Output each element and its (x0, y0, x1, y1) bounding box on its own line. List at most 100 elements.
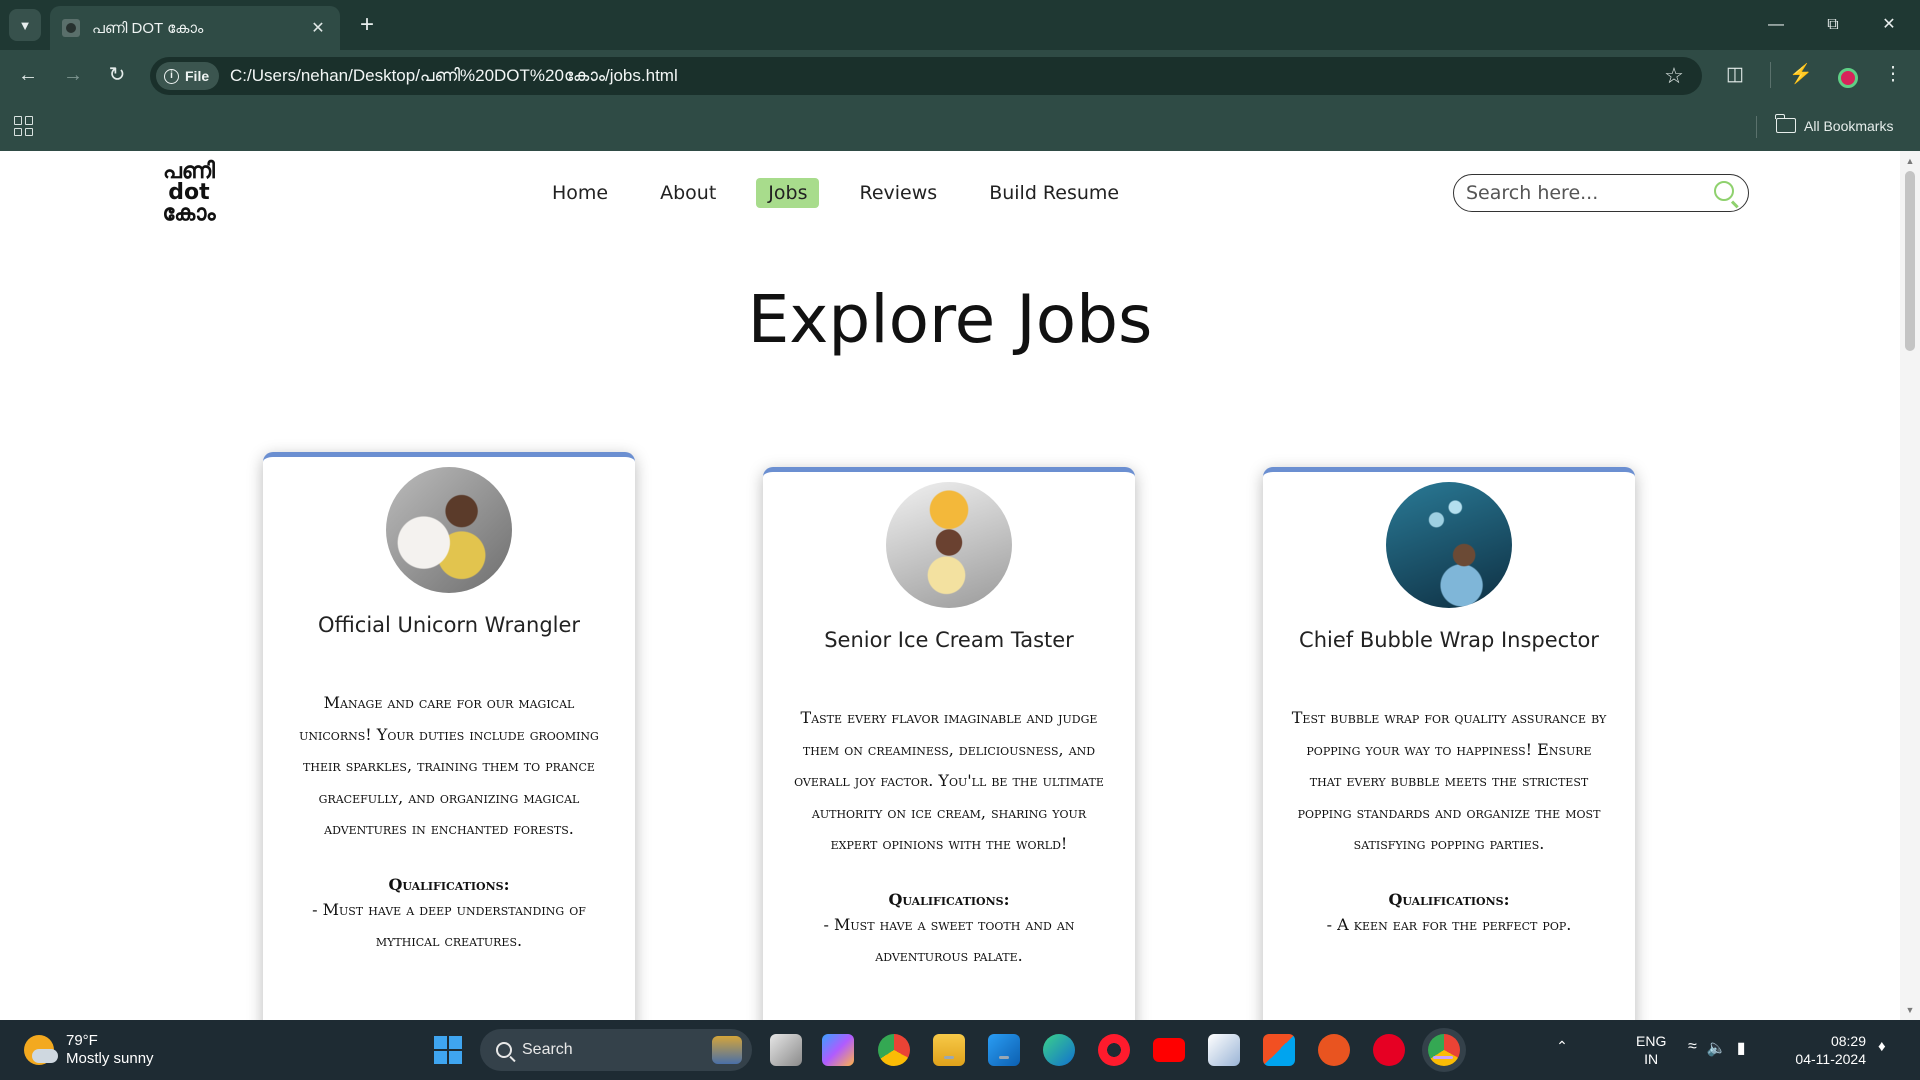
volume-icon[interactable]: 🔈 (1707, 1038, 1727, 1058)
forward-icon[interactable]: → (55, 60, 91, 90)
qualification-item: - Must have a sweet tooth and an adventu… (823, 914, 1075, 966)
edge-icon[interactable] (1043, 1034, 1075, 1066)
page-scrollbar[interactable]: ▲ ▼ (1900, 151, 1920, 1020)
tab-search-button[interactable]: ▼ (9, 9, 41, 41)
weather-text: 79°F Mostly sunny (66, 1032, 154, 1068)
lang-line-1: ENG (1636, 1033, 1667, 1049)
lang-line-2: IN (1644, 1051, 1659, 1067)
youtube-icon[interactable] (1153, 1038, 1185, 1062)
logo-line-3: കോം (162, 201, 216, 226)
vscode-icon[interactable] (988, 1034, 1020, 1066)
job-title: Chief Bubble Wrap Inspector (1299, 628, 1599, 652)
battery-icon[interactable]: ▮ (1737, 1038, 1746, 1058)
partly-sunny-icon (24, 1035, 58, 1065)
task-view-icon[interactable] (770, 1034, 802, 1066)
copilot-icon[interactable] (822, 1034, 854, 1066)
bookmarks-divider (1756, 116, 1757, 138)
tab-close-icon[interactable]: ✕ (308, 18, 328, 38)
weather-temp: 79°F (66, 1032, 98, 1049)
weather-desc: Mostly sunny (66, 1050, 154, 1067)
job-image-ice-cream-taster (886, 482, 1012, 608)
file-explorer-icon[interactable] (933, 1034, 965, 1066)
qualification-item: - Must have a deep understanding of myth… (312, 899, 586, 951)
browser-tab[interactable]: പണി DOT കോം ✕ (50, 6, 340, 50)
info-icon: i (164, 68, 179, 84)
browser-toolbar: ← → ↻ i File C:/Users/nehan/Desktop/പണി%… (0, 50, 1920, 100)
chrome-icon[interactable] (878, 1034, 910, 1066)
all-bookmarks-button[interactable]: All Bookmarks (1775, 100, 1894, 151)
tab-title: പണി DOT കോം (92, 19, 204, 37)
extensions-icon[interactable]: ◫ (1718, 60, 1752, 90)
scroll-thumb[interactable] (1905, 171, 1915, 351)
logo-line-2: dot (154, 180, 224, 205)
url-text[interactable]: C:/Users/nehan/Desktop/പണി%20DOT%20കോം/j… (230, 57, 678, 95)
restore-icon[interactable]: ⧉ (1810, 10, 1856, 40)
qualification-item: - A keen ear for the perfect pop. (1326, 914, 1572, 934)
site-logo[interactable]: പണി dot കോം (154, 161, 224, 227)
job-title: Senior Ice Cream Taster (824, 628, 1074, 652)
chrome-profile-icon[interactable] (1428, 1034, 1460, 1066)
system-tray[interactable]: ≈ 🔈 ▮ (1688, 1038, 1746, 1058)
new-tab-button[interactable]: + (352, 10, 382, 40)
nav-home[interactable]: Home (540, 178, 620, 208)
windows-taskbar: 79°F Mostly sunny Search ⌃ ENG IN ≈ 🔈 ▮ … (0, 1020, 1920, 1080)
all-bookmarks-label: All Bookmarks (1804, 117, 1894, 134)
opera-icon[interactable] (1098, 1034, 1130, 1066)
language-indicator[interactable]: ENG IN (1636, 1032, 1666, 1068)
browser-tab-strip: ▼ പണി DOT കോം ✕ + — ⧉ ✕ (0, 0, 1920, 50)
apps-grid-icon[interactable] (14, 116, 34, 136)
minimize-icon[interactable]: — (1753, 10, 1799, 40)
job-card: Senior Ice Cream Taster Taste every flav… (763, 467, 1135, 1020)
nav-reviews[interactable]: Reviews (847, 178, 949, 208)
qualifications-heading: Qualifications: (388, 874, 510, 894)
taskbar-search-icon (496, 1042, 512, 1058)
bookmarks-bar: All Bookmarks (0, 100, 1920, 151)
favicon-icon (62, 19, 80, 37)
page-viewport: പണി dot കോം Home About Jobs Reviews Buil… (0, 151, 1920, 1020)
scroll-down-icon[interactable]: ▼ (1900, 1002, 1920, 1018)
pinterest-icon[interactable] (1373, 1034, 1405, 1066)
scroll-up-icon[interactable]: ▲ (1900, 153, 1920, 169)
nav-build-resume[interactable]: Build Resume (977, 178, 1131, 208)
bookmark-star-icon[interactable]: ☆ (1660, 62, 1688, 90)
menu-icon[interactable]: ⋮ (1876, 60, 1910, 90)
taskbar-clock[interactable]: 08:29 04-11-2024 (1788, 1032, 1866, 1068)
clock-time: 08:29 (1830, 1033, 1866, 1049)
site-search (1453, 174, 1749, 212)
logo-line-1: പണി (163, 159, 215, 184)
nav-jobs[interactable]: Jobs (756, 178, 820, 208)
close-window-icon[interactable]: ✕ (1866, 10, 1912, 40)
logo-dot-text: dot (168, 180, 210, 205)
active-app-indicator (1433, 1056, 1453, 1059)
toolbar-divider (1770, 62, 1771, 88)
running-indicator (999, 1056, 1009, 1059)
windows-start-icon[interactable] (434, 1036, 462, 1064)
job-title: Official Unicorn Wrangler (317, 613, 581, 637)
job-image-bubble-wrap-inspector (1386, 482, 1512, 608)
nav-about[interactable]: About (648, 178, 728, 208)
reload-icon[interactable]: ↻ (99, 60, 135, 90)
notification-bell-icon[interactable]: ♦ (1878, 1038, 1896, 1058)
notepad-icon[interactable] (1208, 1034, 1240, 1066)
main-nav: Home About Jobs Reviews Build Resume (540, 176, 1131, 210)
running-indicator (944, 1056, 954, 1059)
job-card: Chief Bubble Wrap Inspector Test bubble … (1263, 467, 1635, 1020)
search-icon[interactable] (1714, 181, 1734, 201)
microsoft-store-icon[interactable] (1263, 1034, 1295, 1066)
back-icon[interactable]: ← (10, 60, 46, 90)
folder-icon (1775, 114, 1796, 133)
ubuntu-icon[interactable] (1318, 1034, 1350, 1066)
weather-widget[interactable]: 79°F Mostly sunny (24, 1032, 154, 1068)
site-info-button[interactable]: i File (156, 62, 220, 90)
address-bar[interactable]: i File C:/Users/nehan/Desktop/പണി%20DOT%… (150, 57, 1702, 95)
taskbar-search[interactable]: Search (480, 1029, 752, 1071)
performance-icon[interactable]: ⚡ (1784, 60, 1818, 90)
wifi-icon[interactable]: ≈ (1688, 1038, 1697, 1058)
search-input[interactable] (1466, 179, 1696, 207)
job-description: Taste every flavor imaginable and judge … (794, 708, 1104, 853)
profile-avatar-icon[interactable] (1838, 68, 1858, 88)
url-scheme-label: File (185, 68, 210, 84)
job-image-unicorn-wrangler (386, 467, 512, 593)
job-description: Manage and care for our magical unicorns… (299, 693, 599, 838)
tray-overflow-icon[interactable]: ⌃ (1552, 1038, 1572, 1058)
